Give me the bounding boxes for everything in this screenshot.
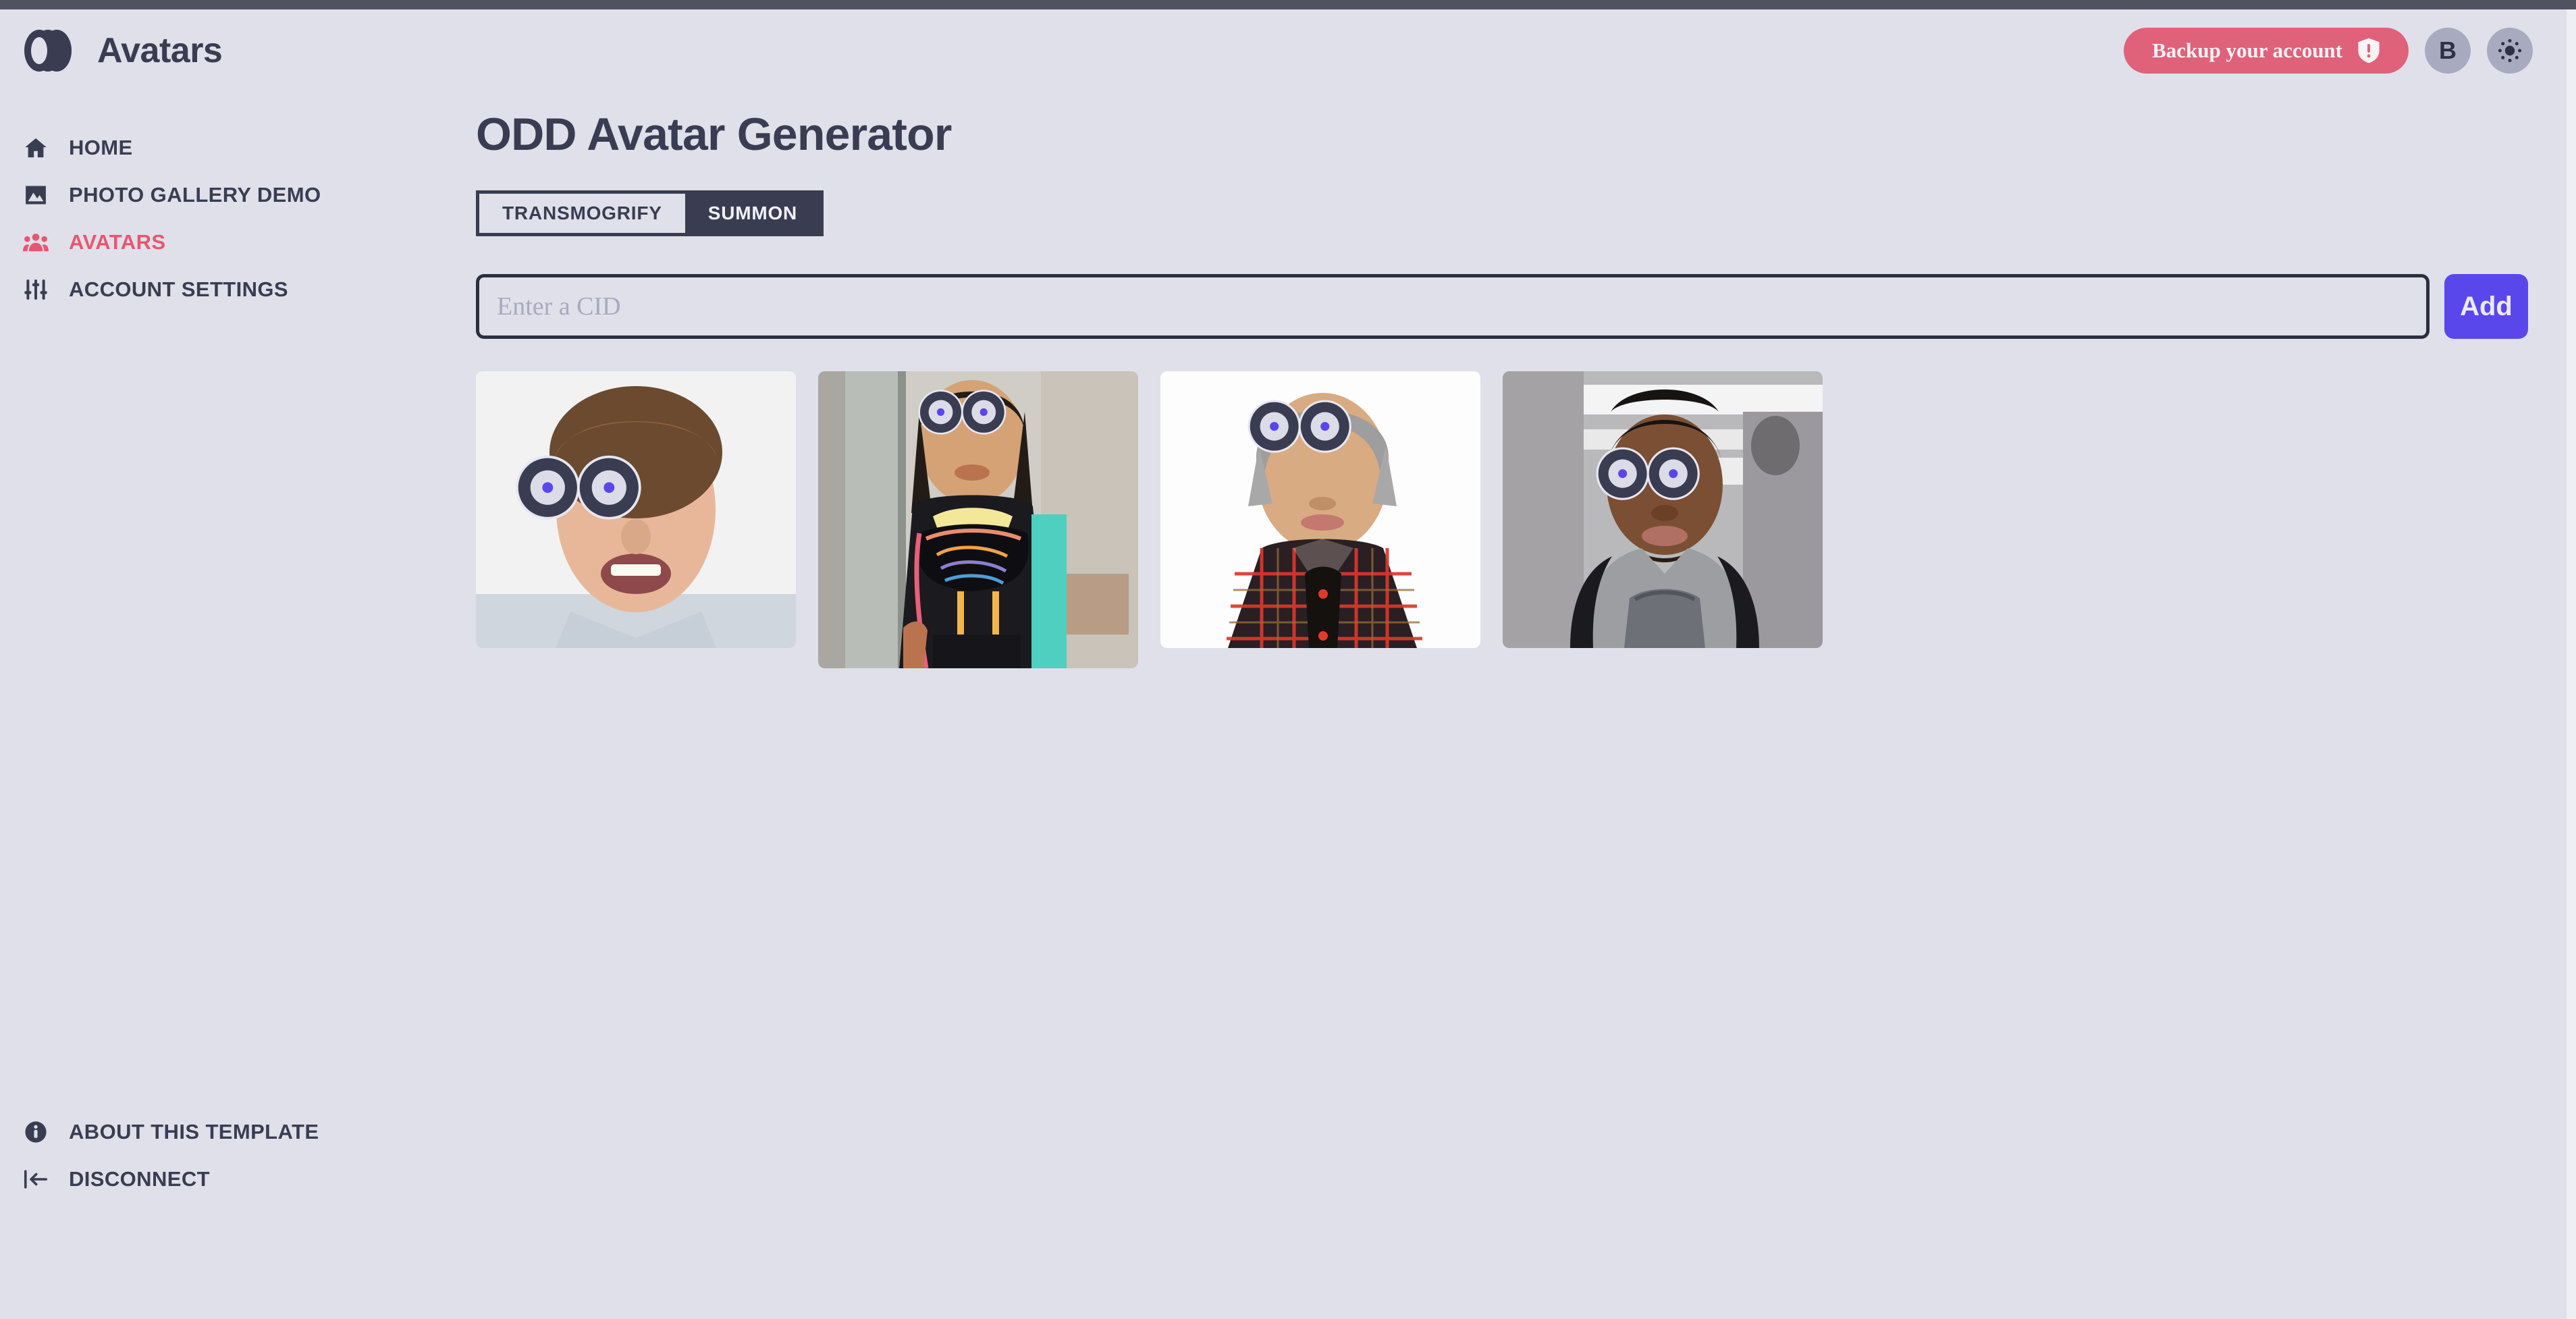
sidebar-item-label: PHOTO GALLERY DEMO: [69, 183, 321, 207]
sidebar-item-photo-gallery-demo[interactable]: PHOTO GALLERY DEMO: [0, 171, 473, 219]
sidebar-item-label: ABOUT THIS TEMPLATE: [69, 1120, 319, 1143]
shield-warning-icon: [2357, 38, 2380, 63]
logout-icon: [23, 1166, 49, 1192]
sun-icon: [2496, 37, 2523, 64]
avatar-photo: [1503, 371, 1823, 648]
avatar-card[interactable]: [1160, 371, 1480, 648]
account-initial: B: [2439, 36, 2457, 64]
tab-summon[interactable]: SUMMON: [685, 194, 821, 233]
header-actions: Backup your account B: [2124, 28, 2533, 74]
sidebar-item-home[interactable]: HOME: [0, 124, 473, 171]
main-content: ODD Avatar Generator TRANSMOGRIFY SUMMON…: [476, 108, 2535, 668]
app-header: Avatars Backup your account B: [0, 9, 2567, 92]
backup-account-label: Backup your account: [2152, 38, 2342, 62]
account-avatar-button[interactable]: B: [2425, 28, 2471, 74]
add-button[interactable]: Add: [2444, 274, 2528, 339]
sidebar-item-label: ACCOUNT SETTINGS: [69, 277, 289, 301]
backup-account-button[interactable]: Backup your account: [2124, 28, 2409, 74]
tab-transmogrify[interactable]: TRANSMOGRIFY: [479, 194, 685, 233]
avatar-gallery: [476, 371, 2535, 668]
sliders-icon: [23, 277, 49, 302]
sidebar-primary-nav: HOME PHOTO GALLERY DEMO AVATARS ACCOUNT …: [0, 108, 473, 313]
page-title: ODD Avatar Generator: [476, 109, 952, 160]
brand[interactable]: Avatars: [24, 28, 223, 73]
avatar-card[interactable]: [476, 371, 796, 648]
sidebar-item-about-this-template[interactable]: ABOUT THIS TEMPLATE: [0, 1108, 473, 1156]
avatar-card[interactable]: [1503, 371, 1823, 648]
sidebar-item-label: DISCONNECT: [69, 1167, 210, 1191]
info-icon: [23, 1119, 49, 1145]
sidebar-item-account-settings[interactable]: ACCOUNT SETTINGS: [0, 266, 473, 313]
theme-toggle-button[interactable]: [2487, 28, 2533, 74]
page-scrollbar[interactable]: [2567, 9, 2576, 1319]
avatar-photo: [818, 371, 1138, 668]
sidebar-footer-nav: ABOUT THIS TEMPLATE DISCONNECT: [0, 1108, 473, 1203]
brand-title: Avatars: [97, 31, 223, 70]
image-icon: [23, 182, 49, 208]
avatar-photo: [1160, 371, 1480, 648]
sidebar-item-label: AVATARS: [69, 230, 166, 254]
three-ellipses-logo-icon: [24, 28, 77, 73]
window-top-strip: [0, 0, 2576, 9]
avatar-photo: [476, 371, 796, 648]
sidebar-item-label: HOME: [69, 136, 133, 159]
mode-tab-group: TRANSMOGRIFY SUMMON: [476, 190, 824, 236]
cid-input[interactable]: [476, 274, 2430, 339]
sidebar-item-avatars[interactable]: AVATARS: [0, 219, 473, 266]
home-icon: [23, 135, 49, 161]
avatar-card[interactable]: [818, 371, 1138, 668]
people-icon: [23, 230, 49, 255]
sidebar: HOME PHOTO GALLERY DEMO AVATARS ACCOUNT …: [0, 108, 473, 1319]
cid-input-row: Add: [476, 274, 2528, 339]
sidebar-item-disconnect[interactable]: DISCONNECT: [0, 1156, 473, 1203]
